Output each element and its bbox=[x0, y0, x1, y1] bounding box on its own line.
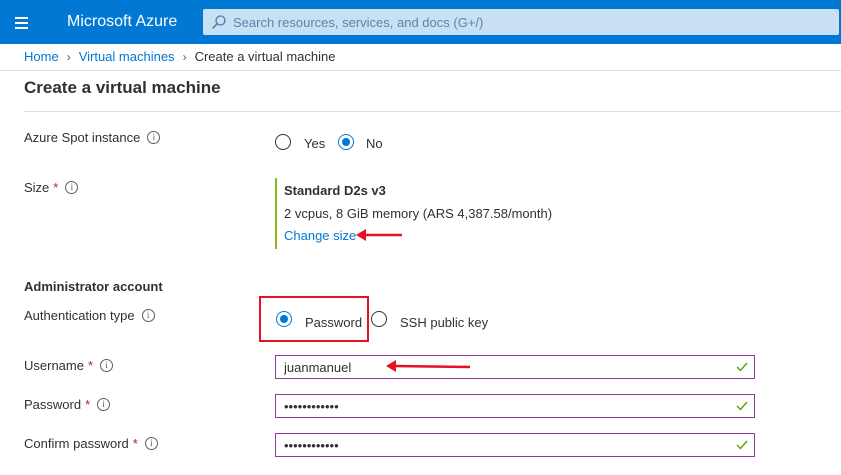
menu-icon[interactable] bbox=[12, 13, 32, 31]
required-marker: * bbox=[53, 180, 59, 195]
password-label: Password * i bbox=[24, 397, 111, 412]
page-title: Create a virtual machine bbox=[24, 78, 221, 97]
divider bbox=[0, 70, 841, 71]
required-marker: * bbox=[85, 397, 91, 412]
breadcrumb-current: Create a virtual machine bbox=[194, 49, 336, 64]
auth-type-label-text: Authentication type bbox=[24, 308, 135, 323]
password-label-text: Password bbox=[24, 397, 82, 412]
info-icon[interactable]: i bbox=[65, 181, 79, 194]
auth-password-label[interactable]: Password bbox=[305, 315, 362, 330]
info-icon[interactable]: i bbox=[144, 437, 158, 450]
annotation-arrow-icon bbox=[356, 229, 402, 241]
spot-yes-label[interactable]: Yes bbox=[304, 136, 325, 151]
divider bbox=[24, 111, 841, 112]
password-input[interactable] bbox=[284, 397, 724, 415]
confirm-password-label-text: Confirm password bbox=[24, 436, 129, 451]
breadcrumb-virtual-machines[interactable]: Virtual machines bbox=[79, 49, 175, 64]
required-marker: * bbox=[87, 358, 94, 373]
confirm-password-field[interactable] bbox=[275, 433, 755, 457]
required-marker: * bbox=[132, 436, 138, 451]
auth-ssh-radio[interactable] bbox=[371, 311, 387, 327]
auth-ssh-label[interactable]: SSH public key bbox=[400, 315, 488, 330]
search-icon bbox=[211, 15, 226, 30]
size-name: Standard D2s v3 bbox=[284, 183, 386, 198]
search-box[interactable] bbox=[203, 9, 839, 35]
username-label: Username * i bbox=[24, 358, 114, 373]
breadcrumb: Home › Virtual machines › Create a virtu… bbox=[24, 49, 335, 64]
auth-password-radio[interactable] bbox=[276, 311, 292, 327]
size-label-text: Size bbox=[24, 180, 50, 195]
check-icon bbox=[736, 440, 748, 450]
password-field[interactable] bbox=[275, 394, 755, 418]
change-size-link[interactable]: Change size bbox=[284, 228, 356, 243]
size-accent-bar bbox=[275, 178, 277, 249]
chevron-right-icon: › bbox=[66, 49, 71, 64]
confirm-password-label: Confirm password * i bbox=[24, 436, 158, 451]
brand-title[interactable]: Microsoft Azure bbox=[67, 13, 177, 31]
info-icon[interactable]: i bbox=[141, 309, 155, 322]
breadcrumb-home[interactable]: Home bbox=[24, 49, 59, 64]
auth-type-label: Authentication type i bbox=[24, 308, 155, 323]
size-label: Size * i bbox=[24, 180, 79, 195]
spot-instance-label-text: Azure Spot instance bbox=[24, 130, 141, 145]
top-bar: Microsoft Azure bbox=[0, 0, 841, 44]
username-label-text: Username bbox=[24, 358, 84, 373]
username-field[interactable] bbox=[275, 355, 755, 379]
info-icon[interactable]: i bbox=[147, 131, 161, 144]
admin-account-heading: Administrator account bbox=[24, 279, 163, 294]
info-icon[interactable]: i bbox=[97, 398, 111, 411]
spot-no-radio[interactable] bbox=[338, 134, 354, 150]
info-icon[interactable]: i bbox=[100, 359, 114, 372]
check-icon bbox=[736, 362, 748, 372]
search-input[interactable] bbox=[233, 12, 823, 32]
confirm-password-input[interactable] bbox=[284, 436, 724, 454]
chevron-right-icon: › bbox=[182, 49, 187, 64]
annotation-arrow-icon bbox=[386, 360, 471, 372]
check-icon bbox=[736, 401, 748, 411]
username-input[interactable] bbox=[284, 358, 724, 376]
spot-no-label[interactable]: No bbox=[366, 136, 383, 151]
size-description: 2 vcpus, 8 GiB memory (ARS 4,387.58/mont… bbox=[284, 206, 553, 221]
spot-instance-label: Azure Spot instance i bbox=[24, 130, 161, 145]
spot-yes-radio[interactable] bbox=[275, 134, 291, 150]
